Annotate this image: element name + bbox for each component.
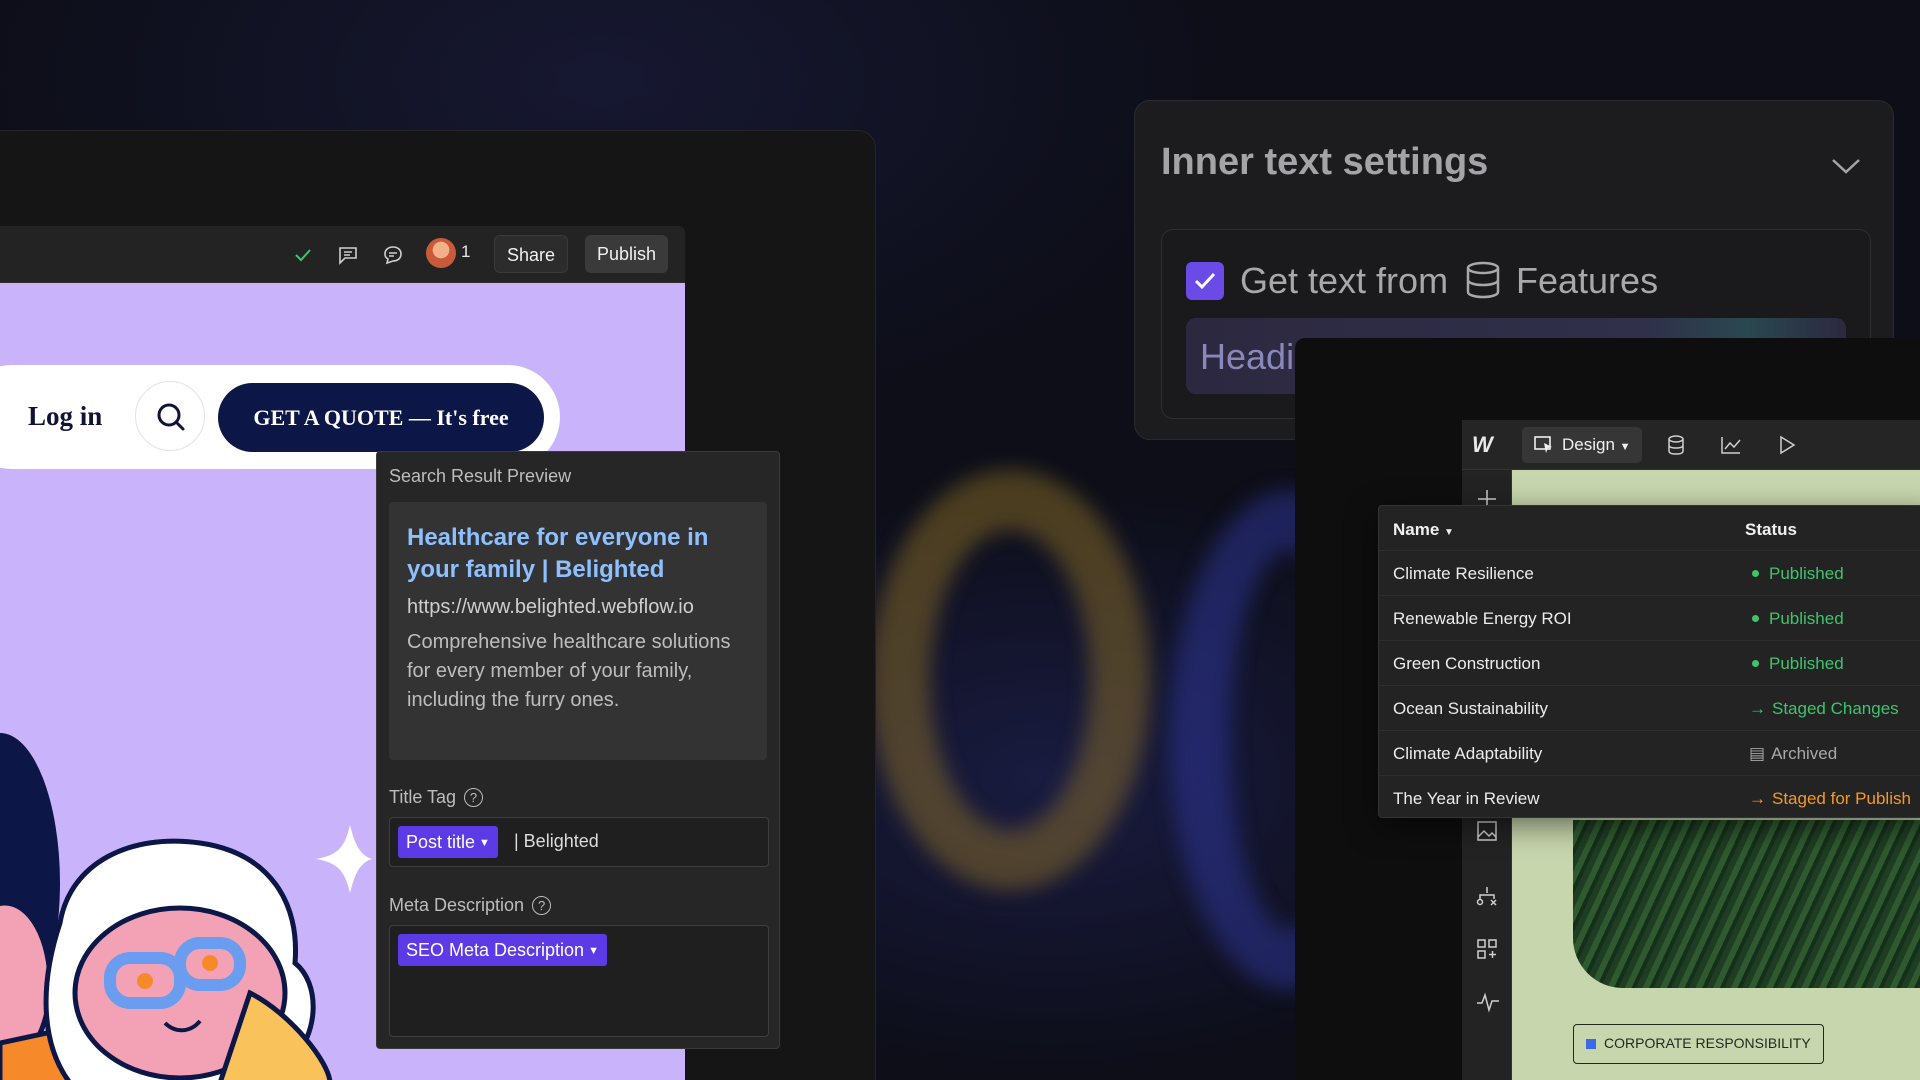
comment-flag-icon[interactable]	[337, 244, 359, 266]
name-column-header-label: Name	[1393, 520, 1440, 539]
user-avatar[interactable]	[426, 238, 456, 268]
title-tag-field[interactable]: Post title ▼ | Belighted	[389, 817, 769, 867]
item-status: Published	[1749, 654, 1844, 674]
collaborator-count: 1	[461, 242, 471, 261]
design-mode-button[interactable]: Design ▼	[1522, 427, 1642, 463]
item-status: Published	[1749, 564, 1844, 584]
seo-panel-header: Search Result Preview	[389, 466, 572, 486]
design-mode-label-text: Design	[1562, 435, 1615, 454]
heading-field-value: Headi	[1200, 336, 1295, 377]
item-status-label: Staged for Publish	[1772, 789, 1911, 808]
preview-url: https://www.belighted.webflow.io	[407, 596, 694, 618]
get-text-label: Get text from	[1240, 260, 1449, 301]
item-status: ▤ Archived	[1749, 744, 1837, 764]
item-status: Published	[1749, 609, 1844, 629]
status-dot-icon	[1752, 570, 1759, 577]
play-icon[interactable]	[1778, 435, 1796, 455]
table-row[interactable]: Green Construction Published	[1379, 640, 1920, 685]
meta-description-label-text: Meta Description	[389, 895, 525, 915]
table-row[interactable]: The Year in Review → Staged for Publish	[1379, 775, 1920, 820]
arrow-right-icon: →	[1749, 789, 1766, 808]
palm-leaf-image	[1573, 820, 1920, 988]
help-icon[interactable]: ?	[532, 896, 552, 915]
item-status-label: Published	[1769, 564, 1844, 583]
post-title-chip[interactable]: Post title ▼	[398, 826, 498, 858]
image-icon[interactable]	[1476, 820, 1498, 842]
item-status: → Staged for Publish	[1749, 789, 1911, 809]
chevron-down-icon[interactable]	[1830, 156, 1862, 176]
item-status-label: Published	[1769, 654, 1844, 673]
meta-description-field[interactable]: SEO Meta Description ▼	[389, 925, 769, 1037]
title-tag-suffix: | Belighted	[514, 831, 599, 851]
name-column-header[interactable]: Name ▼	[1393, 520, 1454, 540]
status-dot-icon	[1752, 660, 1759, 667]
background-blur-ring-gold	[870, 470, 1150, 890]
seo-meta-description-chip[interactable]: SEO Meta Description ▼	[398, 934, 607, 966]
cms-top-bar: W Design ▼	[1462, 420, 1920, 470]
database-icon[interactable]	[1667, 435, 1685, 455]
activity-icon[interactable]	[1476, 991, 1500, 1013]
inner-text-settings-title: Inner text settings	[1161, 141, 1489, 183]
publish-button[interactable]: Publish	[585, 235, 669, 273]
get-text-checkbox[interactable]	[1186, 262, 1224, 300]
login-link[interactable]: Log in	[28, 401, 102, 432]
database-icon	[1466, 261, 1500, 299]
item-name: The Year in Review	[1393, 789, 1540, 808]
archive-icon: ▤	[1749, 744, 1766, 763]
share-button[interactable]: Share	[494, 235, 569, 273]
apps-icon[interactable]	[1476, 938, 1498, 960]
table-row[interactable]: Renewable Energy ROI Published	[1379, 595, 1920, 640]
search-result-preview: Healthcare for everyone in your family |…	[389, 502, 767, 760]
item-name: Renewable Energy ROI	[1393, 609, 1572, 628]
chevron-down-icon: ▼	[1444, 527, 1454, 538]
item-status-label: Archived	[1771, 744, 1838, 763]
arrow-right-icon: →	[1749, 699, 1766, 718]
cursor-icon	[1534, 436, 1552, 453]
preview-description: Comprehensive healthcare solutions for e…	[407, 631, 731, 711]
table-row[interactable]: Climate Adaptability ▤ Archived	[1379, 730, 1920, 775]
item-status-label: Staged Changes	[1772, 699, 1899, 718]
item-name: Green Construction	[1393, 654, 1541, 673]
post-title-chip-label: Post title	[406, 832, 476, 852]
chevron-down-icon: ▼	[588, 945, 599, 957]
site-search-button[interactable]	[135, 381, 205, 451]
analytics-icon[interactable]	[1720, 435, 1742, 455]
table-row[interactable]: Ocean Sustainability → Staged Changes	[1379, 685, 1920, 730]
item-name: Climate Adaptability	[1393, 744, 1543, 763]
checkmark-icon	[1194, 272, 1216, 290]
logic-flow-icon[interactable]	[1476, 885, 1498, 907]
meta-description-label: Meta Description?	[389, 895, 552, 916]
webflow-logo[interactable]: W	[1472, 432, 1493, 458]
cms-items-table: Name ▼ Status Climate Resilience Publishe…	[1378, 505, 1920, 818]
title-tag-label: Title Tag?	[389, 787, 484, 808]
item-status-label: Published	[1769, 609, 1844, 628]
category-badge: CORPORATE RESPONSIBILITY	[1573, 1024, 1824, 1064]
item-name: Climate Resilience	[1393, 564, 1534, 583]
preview-title: Healthcare for everyone in your family |…	[407, 524, 709, 583]
item-name: Ocean Sustainability	[1393, 699, 1548, 718]
chevron-down-icon: ▼	[1619, 441, 1631, 453]
help-icon[interactable]: ?	[464, 788, 484, 807]
seo-meta-description-chip-label: SEO Meta Description	[406, 940, 585, 960]
design-mode-label: Design ▼	[1562, 427, 1631, 465]
seo-settings-panel: Search Result Preview Healthcare for eve…	[376, 451, 780, 1049]
table-row[interactable]: Climate Resilience Published	[1379, 550, 1920, 595]
get-quote-button[interactable]: GET A QUOTE — It's free	[218, 383, 544, 452]
editor-toolbar: 1 Share Publish	[0, 226, 685, 283]
check-icon[interactable]	[292, 244, 314, 266]
search-icon	[157, 403, 185, 431]
title-tag-label-text: Title Tag	[389, 787, 457, 807]
item-status: → Staged Changes	[1749, 699, 1899, 719]
comments-icon[interactable]	[382, 244, 404, 266]
status-column-header[interactable]: Status	[1745, 520, 1797, 540]
status-dot-icon	[1752, 615, 1759, 622]
chevron-down-icon: ▼	[479, 837, 490, 849]
collection-source[interactable]: Features	[1516, 260, 1658, 302]
